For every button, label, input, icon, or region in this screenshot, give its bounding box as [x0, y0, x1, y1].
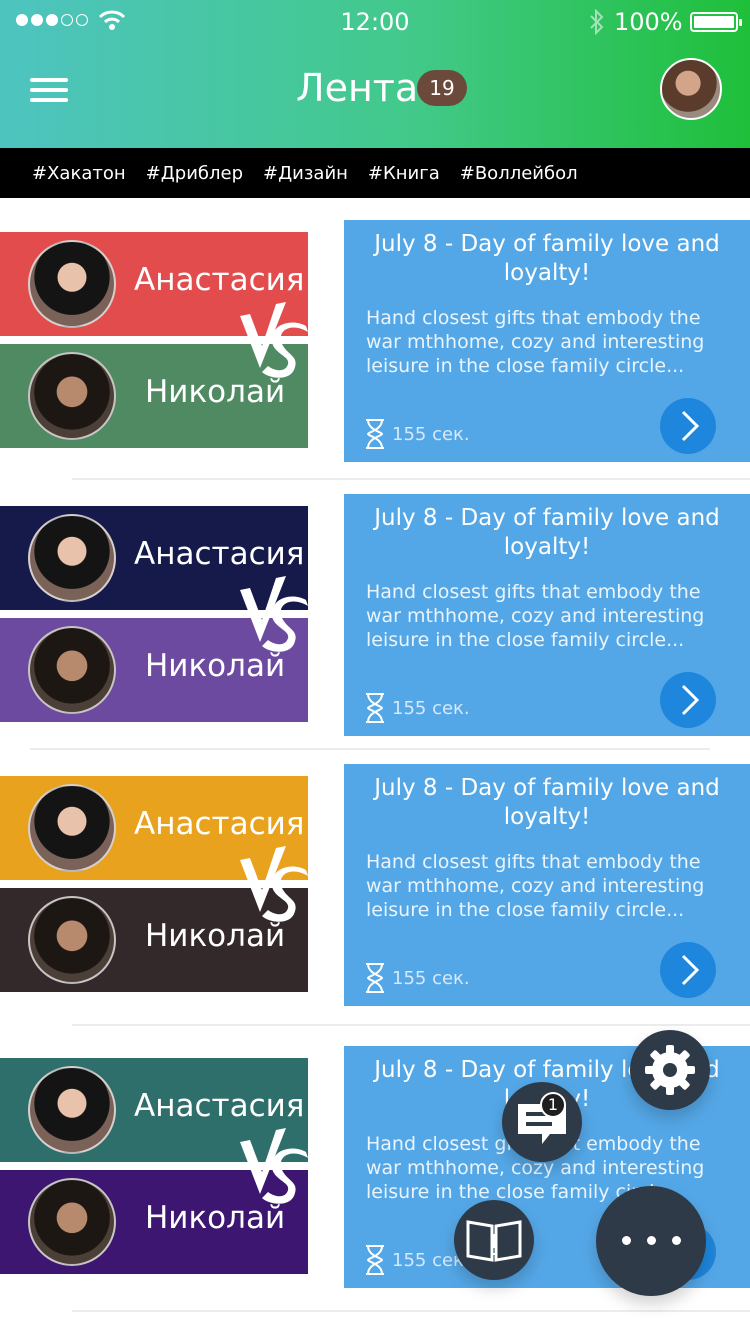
open-card-button[interactable] [660, 672, 716, 728]
feed-item: Анастасия Николай July 8 - Day of family… [0, 764, 750, 1024]
player-a-avatar [28, 1066, 116, 1154]
hourglass-icon [366, 963, 384, 993]
more-dots-icon [596, 1236, 706, 1245]
challenge-card[interactable]: July 8 - Day of family love and loyalty!… [344, 764, 750, 1006]
status-bar: 12:00 100% [0, 0, 750, 44]
challenge-card[interactable]: July 8 - Day of family love and loyalty!… [344, 494, 750, 736]
hourglass-icon [366, 419, 384, 449]
app-header: 12:00 100% Лента 19 [0, 0, 750, 148]
player-b-avatar [28, 1178, 116, 1266]
chat-icon [518, 1104, 566, 1144]
player-a-avatar [28, 784, 116, 872]
bluetooth-icon [590, 9, 604, 35]
timer-label: 155 сек. [392, 697, 470, 719]
tag-hackathon[interactable]: #Хакатон [32, 163, 126, 184]
card-timer: 155 сек. [364, 962, 470, 994]
more-options-button[interactable] [596, 1186, 706, 1296]
player-a-name: Анастасия [134, 1088, 305, 1124]
chevron-right-icon [681, 954, 700, 986]
gear-icon [645, 1045, 695, 1095]
timer-label: 155 сек. [392, 423, 470, 445]
open-card-button[interactable] [660, 398, 716, 454]
divider [72, 1024, 750, 1026]
hourglass-icon [366, 693, 384, 723]
hashtag-bar: #Хакатон #Дриблер #Дизайн #Книга #Воллей… [0, 148, 750, 198]
book-icon [466, 1220, 522, 1262]
card-title: July 8 - Day of family love and loyalty! [374, 231, 720, 286]
card-description: Hand closest gifts that embody the war m… [366, 581, 705, 651]
player-a-avatar [28, 240, 116, 328]
chevron-right-icon [681, 684, 700, 716]
versus-icon [240, 1128, 308, 1204]
tag-design[interactable]: #Дизайн [263, 163, 348, 184]
page-title: Лента [296, 66, 419, 110]
rules-book-button[interactable] [454, 1200, 534, 1280]
card-description: Hand closest gifts that embody the war m… [366, 307, 705, 377]
challenge-card[interactable]: July 8 - Day of family love and loyalty!… [344, 220, 750, 462]
card-title: July 8 - Day of family love and loyalty! [374, 505, 720, 560]
divider [72, 1310, 750, 1312]
feed-item: Анастасия Николай July 8 - Day of family… [0, 494, 750, 754]
card-description: Hand closest gifts that embody the war m… [366, 851, 705, 921]
tag-book[interactable]: #Книга [368, 163, 440, 184]
tag-dribbler[interactable]: #Дриблер [146, 163, 243, 184]
card-timer: 155 сек. [364, 418, 470, 450]
timer-label: 155 сек. [392, 967, 470, 989]
divider [72, 478, 750, 480]
battery-percent: 100% [614, 8, 683, 36]
open-card-button[interactable] [660, 942, 716, 998]
versus-icon [240, 846, 308, 922]
player-b-avatar [28, 896, 116, 984]
battery-icon [690, 12, 742, 32]
divider [30, 748, 710, 750]
player-b-avatar [28, 352, 116, 440]
menu-button[interactable] [30, 78, 68, 102]
card-timer: 155 сек. [364, 692, 470, 724]
tag-volleyball[interactable]: #Воллейбол [460, 163, 578, 184]
settings-button[interactable] [630, 1030, 710, 1110]
messages-badge: 1 [540, 1092, 566, 1118]
messages-button[interactable] [502, 1082, 582, 1162]
versus-icon [240, 576, 308, 652]
player-a-name: Анастасия [134, 262, 305, 298]
player-a-name: Анастасия [134, 536, 305, 572]
player-a-avatar [28, 514, 116, 602]
player-b-avatar [28, 626, 116, 714]
versus-icon [240, 302, 308, 378]
player-a-name: Анастасия [134, 806, 305, 842]
hourglass-icon [366, 1245, 384, 1275]
chevron-right-icon [681, 410, 700, 442]
feed-count-badge: 19 [417, 70, 467, 106]
card-title: July 8 - Day of family love and loyalty! [374, 775, 720, 830]
profile-avatar[interactable] [660, 58, 722, 120]
feed-item: Анастасия Николай July 8 - Day of family… [0, 220, 750, 480]
